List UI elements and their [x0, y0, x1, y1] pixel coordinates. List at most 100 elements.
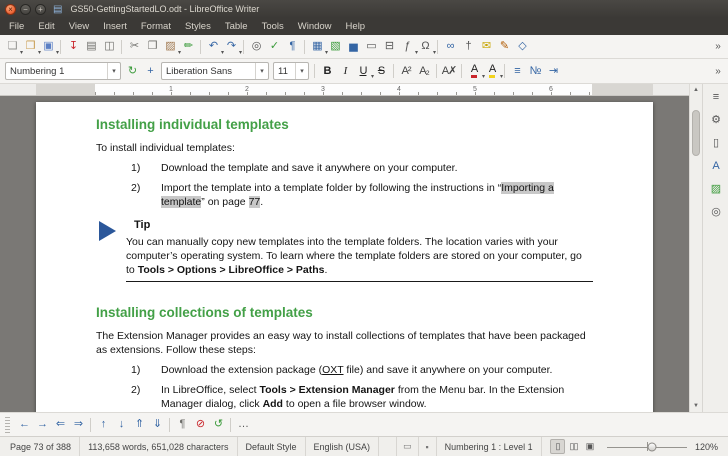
formatting-marks-icon[interactable]: ¶ [283, 38, 301, 56]
document-page[interactable]: Installing individual templates To insta… [36, 102, 653, 412]
print-preview-icon[interactable]: ◫ [100, 38, 118, 56]
menu-format[interactable]: Format [134, 19, 178, 34]
italic-icon[interactable]: I [336, 62, 354, 80]
outline-level-status[interactable]: Numbering 1 : Level 1 [437, 437, 542, 456]
menu-file[interactable]: File [2, 19, 31, 34]
insert-image-icon[interactable]: ▧ [326, 38, 344, 56]
track-changes-icon[interactable]: ✎ [495, 38, 513, 56]
insert-hyperlink-icon[interactable]: ∞ [441, 38, 459, 56]
page-number-status[interactable]: Page 73 of 388 [2, 437, 80, 456]
new-document-icon[interactable]: ❏ [3, 38, 21, 56]
horizontal-ruler[interactable]: 123456 [0, 84, 689, 96]
subscript-icon[interactable]: A₂ [415, 62, 433, 80]
cut-icon[interactable]: ✂ [125, 38, 143, 56]
move-up-icon[interactable]: ↑ [94, 416, 112, 434]
minimize-button[interactable]: − [20, 4, 31, 15]
promote-with-subpoints-icon[interactable]: ⇐ [51, 416, 69, 434]
menu-edit[interactable]: Edit [31, 19, 61, 34]
underline-icon[interactable]: U [354, 62, 372, 80]
scrollbar-track[interactable] [690, 96, 702, 400]
open-file-icon[interactable]: ❒ [21, 38, 39, 56]
styles-deck-icon[interactable]: A [706, 156, 726, 176]
paragraph-style-combo[interactable]: Numbering 1 [5, 62, 121, 80]
page-deck-icon[interactable]: ▯ [706, 133, 726, 153]
clear-formatting-icon[interactable]: A✗ [440, 62, 458, 80]
insertion-mode-status[interactable] [379, 437, 397, 456]
print-icon[interactable]: ▤ [82, 38, 100, 56]
zoom-slider[interactable] [607, 437, 687, 456]
scrollbar-thumb[interactable] [692, 110, 700, 156]
update-style-icon[interactable]: ↻ [123, 62, 141, 80]
language-status[interactable]: English (USA) [306, 437, 380, 456]
properties-deck-icon[interactable]: ⚙ [706, 110, 726, 130]
document-modified-status[interactable]: ▪ [419, 437, 437, 456]
toolbar-overflow-icon[interactable]: » [711, 62, 725, 80]
find-replace-icon[interactable]: ◎ [247, 38, 265, 56]
single-page-view-icon[interactable]: ▯ [550, 439, 565, 454]
toolbar-overflow-icon[interactable]: » [711, 38, 725, 56]
restart-numbering-icon[interactable]: ↺ [209, 416, 227, 434]
menu-table[interactable]: Table [218, 19, 255, 34]
dropdown-arrow-icon[interactable] [255, 63, 268, 79]
dropdown-arrow-icon[interactable] [107, 63, 120, 79]
scroll-down-icon[interactable] [690, 400, 702, 412]
undo-icon[interactable]: ↶ [204, 38, 222, 56]
menu-styles[interactable]: Styles [178, 19, 218, 34]
strikethrough-icon[interactable]: S [372, 62, 390, 80]
page-number-field[interactable]: 77 [249, 196, 261, 208]
unordered-list-icon[interactable]: ≡ [508, 62, 526, 80]
font-name-combo[interactable]: Liberation Sans [161, 62, 269, 80]
zoom-slider-knob[interactable] [647, 442, 656, 451]
move-down-with-subpoints-icon[interactable]: ⇓ [148, 416, 166, 434]
insert-field-icon[interactable]: ƒ [398, 38, 416, 56]
menu-insert[interactable]: Insert [96, 19, 134, 34]
menu-view[interactable]: View [62, 19, 96, 34]
title-bar[interactable]: × − + ▤ GS50-GettingStartedLO.odt - Libr… [0, 0, 728, 18]
new-style-icon[interactable]: + [141, 62, 159, 80]
zoom-level-status[interactable]: 120% [693, 437, 726, 456]
demote-level-icon[interactable]: → [33, 416, 51, 434]
ordered-list-icon[interactable]: № [526, 62, 544, 80]
maximize-button[interactable]: + [35, 4, 46, 15]
menu-window[interactable]: Window [291, 19, 339, 34]
dropdown-arrow-icon[interactable] [295, 63, 308, 79]
close-button[interactable]: × [5, 4, 16, 15]
increase-indent-icon[interactable]: ⇥ [544, 62, 562, 80]
gallery-deck-icon[interactable]: ▨ [706, 179, 726, 199]
multi-page-view-icon[interactable]: ▯▯ [566, 439, 581, 454]
sidebar-settings-icon[interactable]: ≡ [706, 87, 726, 107]
document-canvas[interactable]: Installing individual templates To insta… [0, 96, 689, 412]
font-size-combo[interactable]: 11 [273, 62, 309, 80]
paste-icon[interactable]: ▨ [161, 38, 179, 56]
menu-tools[interactable]: Tools [255, 19, 291, 34]
selection-mode-status[interactable]: ▭ [397, 437, 419, 456]
glossary-link[interactable]: OXT [322, 364, 343, 376]
copy-icon[interactable]: ❐ [143, 38, 161, 56]
scroll-up-icon[interactable] [690, 84, 702, 96]
font-color-icon[interactable]: A [465, 62, 483, 80]
highlight-color-icon[interactable]: A [483, 62, 501, 80]
menu-help[interactable]: Help [339, 19, 373, 34]
show-draw-functions-icon[interactable]: ◇ [513, 38, 531, 56]
bullets-and-numbering-dialog-icon[interactable]: … [234, 416, 252, 434]
save-icon[interactable]: ▣ [39, 38, 57, 56]
page-style-status[interactable]: Default Style [238, 437, 306, 456]
insert-footnote-icon[interactable]: † [459, 38, 477, 56]
move-up-with-subpoints-icon[interactable]: ⇑ [130, 416, 148, 434]
clone-formatting-icon[interactable]: ✏ [179, 38, 197, 56]
insert-unnumbered-entry-icon[interactable]: ¶ [173, 416, 191, 434]
navigator-deck-icon[interactable]: ◎ [706, 202, 726, 222]
insert-special-character-icon[interactable]: Ω [416, 38, 434, 56]
word-count-status[interactable]: 113,658 words, 651,028 characters [80, 437, 237, 456]
insert-page-break-icon[interactable]: ⊟ [380, 38, 398, 56]
toolbar-drag-handle[interactable] [5, 417, 10, 433]
insert-comment-icon[interactable]: ✉ [477, 38, 495, 56]
move-down-icon[interactable]: ↓ [112, 416, 130, 434]
bold-icon[interactable]: B [318, 62, 336, 80]
spelling-icon[interactable]: ✓ [265, 38, 283, 56]
superscript-icon[interactable]: A² [397, 62, 415, 80]
insert-table-icon[interactable]: ▦ [308, 38, 326, 56]
vertical-scrollbar[interactable] [689, 84, 702, 412]
no-list-icon[interactable]: ⊘ [191, 416, 209, 434]
demote-with-subpoints-icon[interactable]: ⇒ [69, 416, 87, 434]
